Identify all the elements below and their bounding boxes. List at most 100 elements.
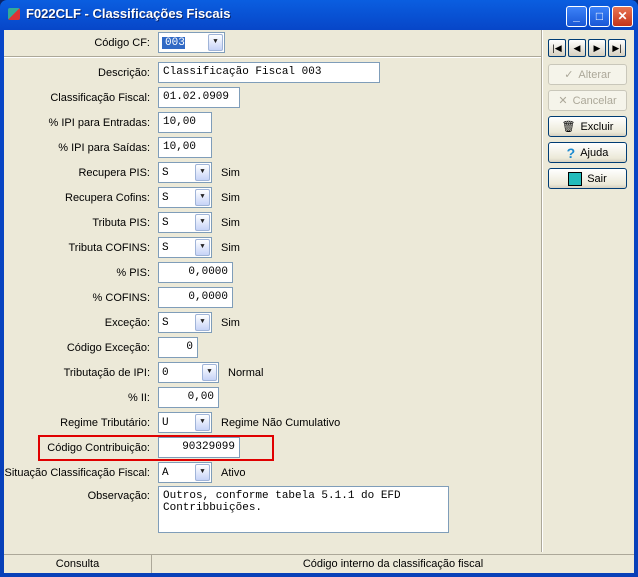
- field-input[interactable]: 0,00: [158, 387, 219, 408]
- chevron-down-icon[interactable]: ▼: [195, 189, 210, 206]
- field-row: Tributação de IPI: 0 ▼ Normal: [4, 362, 263, 383]
- alterar-button[interactable]: ✓ Alterar: [548, 64, 627, 85]
- help-icon: ?: [566, 144, 576, 161]
- field-row: % II: 0,00: [4, 387, 219, 408]
- maximize-button[interactable]: □: [589, 6, 610, 27]
- highlight-box: [38, 435, 274, 461]
- chevron-down-icon[interactable]: ▼: [195, 464, 210, 481]
- field-input[interactable]: 0: [158, 337, 198, 358]
- chevron-down-icon[interactable]: ▼: [208, 34, 223, 51]
- window-title: F022CLF - Classificações Fiscais: [26, 6, 231, 21]
- field-value: S: [162, 216, 169, 229]
- cancelar-button[interactable]: ✕ Cancelar: [548, 90, 627, 111]
- field-description: Normal: [228, 366, 264, 379]
- check-icon: ✓: [564, 69, 574, 81]
- sair-label: Sair: [587, 172, 607, 185]
- chevron-down-icon[interactable]: ▼: [195, 414, 210, 431]
- field-label: Tributa PIS:: [92, 216, 150, 229]
- field-input[interactable]: Classificação Fiscal 003: [158, 62, 380, 83]
- status-hint: Código interno da classificação fiscal: [302, 558, 484, 570]
- field-label: Descrição:: [98, 66, 150, 79]
- field-select[interactable]: S ▼: [158, 237, 212, 258]
- field-description: Sim: [221, 191, 240, 204]
- field-row: Recupera Cofins: S ▼ Sim: [4, 187, 240, 208]
- ajuda-button[interactable]: ? Ajuda: [548, 142, 627, 163]
- field-value: U: [162, 416, 169, 429]
- field-label: % IPI para Saídas:: [58, 141, 150, 154]
- chevron-down-icon[interactable]: ▼: [195, 164, 210, 181]
- field-row: % COFINS: 0,0000: [4, 287, 233, 308]
- app-icon: [8, 7, 20, 20]
- form: Código CF: 003 ▼ Descrição: Classificação …: [4, 30, 541, 552]
- x-icon: ✕: [558, 95, 568, 107]
- field-select[interactable]: S ▼: [158, 312, 212, 333]
- cancelar-label: Cancelar: [572, 94, 617, 107]
- field-label: % COFINS:: [92, 291, 150, 304]
- divider: [4, 56, 541, 58]
- field-input[interactable]: 01.02.0909: [158, 87, 240, 108]
- window: F022CLF - Classificações Fiscais _ □ ✕ C…: [0, 0, 638, 577]
- field-input[interactable]: 10,00: [158, 137, 212, 158]
- field-label: Regime Tributário:: [60, 416, 150, 429]
- field-row: Código Exceção: 0: [4, 337, 198, 358]
- field-label: Exceção:: [104, 316, 150, 329]
- field-description: Regime Não Cumulativo: [221, 416, 341, 429]
- field-label: % PIS:: [116, 266, 150, 279]
- field-label: Código Exceção:: [66, 341, 150, 354]
- field-select[interactable]: S ▼: [158, 212, 212, 233]
- field-label: % II:: [127, 391, 150, 404]
- field-value: S: [162, 241, 169, 254]
- first-record-button[interactable]: |◀: [548, 39, 566, 57]
- field-select[interactable]: S ▼: [158, 162, 212, 183]
- field-row: Exceção: S ▼ Sim: [4, 312, 240, 333]
- field-label: Recupera PIS:: [78, 166, 150, 179]
- chevron-down-icon[interactable]: ▼: [202, 364, 217, 381]
- field-row: Situação Classificação Fiscal: A ▼ Ativo: [4, 462, 245, 483]
- field-select[interactable]: U ▼: [158, 412, 212, 433]
- last-record-button[interactable]: ▶|: [608, 39, 626, 57]
- observacao-textarea[interactable]: Outros, conforme tabela 5.1.1 do EFD Con…: [158, 486, 449, 533]
- field-description: Ativo: [221, 466, 246, 479]
- next-record-button[interactable]: ▶: [588, 39, 606, 57]
- field-value: S: [162, 191, 169, 204]
- field-value: A: [162, 466, 169, 479]
- status-mode: Consulta: [4, 555, 152, 573]
- exit-icon: [568, 171, 583, 186]
- client-area: Código CF: 003 ▼ Descrição: Classificação …: [4, 30, 634, 573]
- chevron-down-icon[interactable]: ▼: [195, 239, 210, 256]
- close-button[interactable]: ✕: [612, 6, 633, 27]
- field-description: Sim: [221, 216, 240, 229]
- codigo-cf-select[interactable]: 003 ▼: [158, 32, 225, 53]
- field-description: Sim: [221, 316, 240, 329]
- field-row: Descrição: Classificação Fiscal 003: [4, 62, 380, 83]
- field-value: 0: [162, 366, 169, 379]
- field-label: Recupera Cofins:: [65, 191, 150, 204]
- field-description: Sim: [221, 241, 240, 254]
- field-label: % IPI para Entradas:: [48, 116, 151, 129]
- minimize-button[interactable]: _: [566, 6, 587, 27]
- field-value: S: [162, 316, 169, 329]
- field-input[interactable]: 0,0000: [158, 287, 233, 308]
- chevron-down-icon[interactable]: ▼: [195, 314, 210, 331]
- field-input[interactable]: 10,00: [158, 112, 212, 133]
- divider: [541, 30, 543, 552]
- chevron-down-icon[interactable]: ▼: [195, 214, 210, 231]
- excluir-label: Excluir: [580, 120, 614, 133]
- field-label: Situação Classificação Fiscal:: [4, 466, 150, 479]
- prev-record-button[interactable]: ◀: [568, 39, 586, 57]
- sair-button[interactable]: Sair: [548, 168, 627, 189]
- field-row: % IPI para Saídas: 10,00: [4, 137, 212, 158]
- field-input[interactable]: 0,0000: [158, 262, 233, 283]
- field-select[interactable]: S ▼: [158, 187, 212, 208]
- codigo-cf-value: 003: [162, 36, 185, 49]
- alterar-label: Alterar: [578, 68, 611, 81]
- field-select[interactable]: 0 ▼: [158, 362, 219, 383]
- field-row: Classificação Fiscal: 01.02.0909: [4, 87, 240, 108]
- status-bar: Consulta Código interno da classificação…: [4, 554, 634, 573]
- field-select[interactable]: A ▼: [158, 462, 212, 483]
- observacao-label: Observação:: [87, 490, 150, 502]
- field-label: Tributa COFINS:: [68, 241, 151, 254]
- field-row: Tributa COFINS: S ▼ Sim: [4, 237, 240, 258]
- excluir-button[interactable]: 🗑 Excluir: [548, 116, 627, 137]
- ajuda-label: Ajuda: [580, 146, 609, 159]
